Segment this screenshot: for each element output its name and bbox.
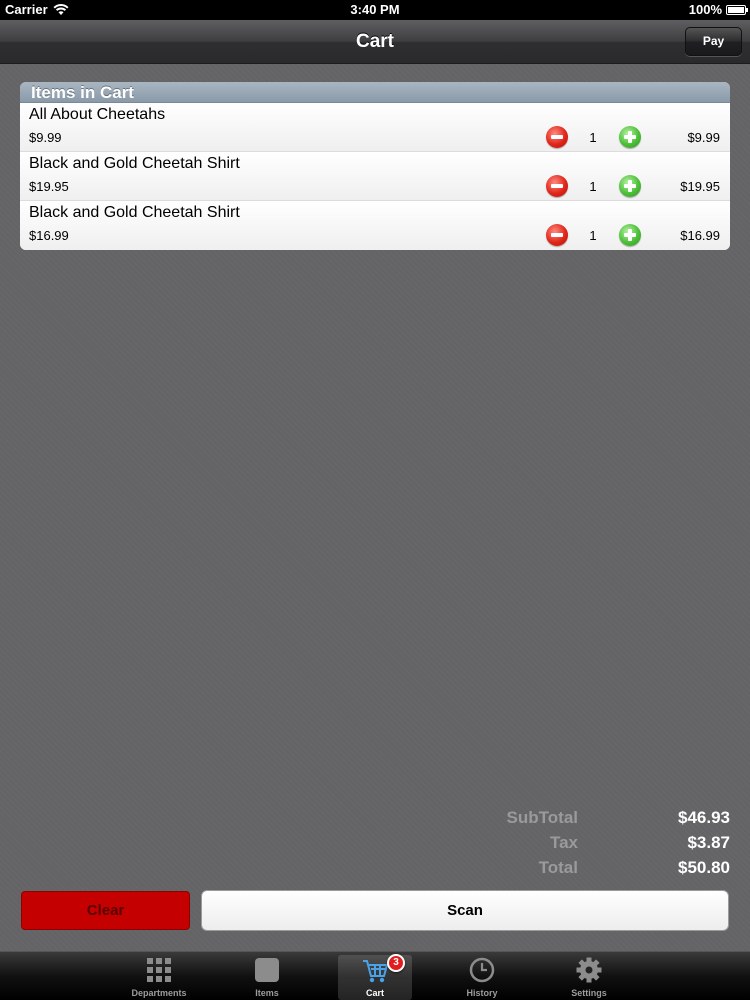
cart-row[interactable]: All About Cheetahs $9.99 1 $9.99 <box>20 103 730 152</box>
cart-row[interactable]: Black and Gold Cheetah Shirt $16.99 1 $1… <box>20 201 730 250</box>
tax-row: Tax $3.87 <box>0 833 750 858</box>
increase-quantity-button[interactable] <box>619 175 641 197</box>
increase-quantity-button[interactable] <box>619 224 641 246</box>
tab-label: Departments <box>131 988 187 998</box>
totals-summary: SubTotal $46.93 Tax $3.87 Total $50.80 <box>0 808 750 883</box>
subtotal-value: $46.93 <box>678 808 730 827</box>
cart-row[interactable]: Black and Gold Cheetah Shirt $19.95 1 $1… <box>20 152 730 201</box>
battery-icon <box>726 5 748 15</box>
pay-button[interactable]: Pay <box>685 27 742 56</box>
cart-table: Items in Cart All About Cheetahs $9.99 1… <box>20 82 730 250</box>
status-bar: Carrier 3:40 PM 100% <box>0 0 750 20</box>
tab-bar: Departments Items 3 Cart History Setting… <box>0 951 750 1000</box>
item-line-total: $19.95 <box>680 179 720 194</box>
tab-cart[interactable]: 3 Cart <box>338 954 412 1000</box>
clear-button[interactable]: Clear <box>21 891 190 930</box>
total-row: Total $50.80 <box>0 858 750 883</box>
square-icon <box>255 958 279 982</box>
item-quantity: 1 <box>589 130 597 145</box>
total-value: $50.80 <box>678 858 730 877</box>
item-name: All About Cheetahs <box>29 106 166 123</box>
clock-time: 3:40 PM <box>350 2 400 17</box>
battery-percentage: 100% <box>688 2 722 17</box>
tab-label: Settings <box>571 988 607 998</box>
item-line-total: $9.99 <box>687 130 720 145</box>
cart-icon <box>363 960 388 983</box>
tab-label: History <box>466 988 498 998</box>
scan-button[interactable]: Scan <box>201 890 729 931</box>
tab-settings[interactable]: Settings <box>552 952 626 1000</box>
cart-section-header: Items in Cart <box>20 82 730 103</box>
grid-icon <box>147 958 171 982</box>
item-price: $9.99 <box>29 130 62 145</box>
item-name: Black and Gold Cheetah Shirt <box>29 155 240 172</box>
tab-history[interactable]: History <box>445 952 519 1000</box>
item-quantity: 1 <box>589 179 597 194</box>
decrease-quantity-button[interactable] <box>546 224 568 246</box>
cart-count-badge: 3 <box>387 954 405 972</box>
tab-items[interactable]: Items <box>230 952 304 1000</box>
tab-label: Cart <box>365 988 384 998</box>
item-line-total: $16.99 <box>680 228 720 243</box>
gear-icon <box>576 957 602 983</box>
increase-quantity-button[interactable] <box>619 126 641 148</box>
item-price: $16.99 <box>29 228 69 243</box>
tab-departments[interactable]: Departments <box>122 952 196 1000</box>
decrease-quantity-button[interactable] <box>546 126 568 148</box>
subtotal-row: SubTotal $46.93 <box>0 808 750 833</box>
tax-value: $3.87 <box>687 833 730 852</box>
tab-label: Items <box>255 988 279 998</box>
clock-icon <box>469 957 495 983</box>
item-name: Black and Gold Cheetah Shirt <box>29 204 240 221</box>
decrease-quantity-button[interactable] <box>546 175 568 197</box>
tax-label: Tax <box>549 833 578 852</box>
page-title: Cart <box>355 31 394 52</box>
item-price: $19.95 <box>29 179 69 194</box>
item-quantity: 1 <box>589 228 597 243</box>
total-label: Total <box>538 858 578 877</box>
navigation-bar: Cart Pay <box>0 20 750 64</box>
subtotal-label: SubTotal <box>506 808 578 827</box>
